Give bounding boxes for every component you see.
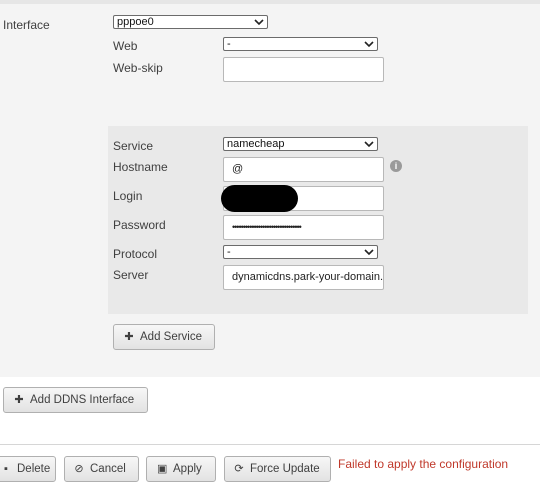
password-label: Password — [113, 218, 166, 232]
service-label: Service — [113, 139, 154, 153]
chevron-down-icon — [364, 141, 374, 148]
footer-divider — [0, 444, 540, 445]
login-label: Login — [113, 189, 143, 203]
info-icon[interactable]: i — [390, 160, 402, 172]
add-ddns-interface-label: Add DDNS Interface — [30, 394, 135, 406]
refresh-icon: ⟳ — [234, 463, 244, 475]
interface-label: Interface — [3, 18, 50, 32]
protocol-select[interactable]: - — [223, 245, 378, 259]
web-select-value: - — [227, 38, 231, 50]
cancel-button[interactable]: ⊘ Cancel — [64, 456, 139, 482]
service-select[interactable]: namecheap — [223, 137, 378, 151]
interface-select[interactable]: pppoe0 — [113, 15, 268, 29]
delete-label: Delete — [17, 463, 51, 475]
chevron-down-icon — [364, 249, 374, 256]
cancel-label: Cancel — [90, 463, 126, 475]
apply-label: Apply — [173, 463, 202, 475]
trash-icon: ▪ — [4, 463, 8, 475]
add-service-label: Add Service — [140, 331, 203, 343]
server-input[interactable]: dynamicdns.park-your-domain.com — [223, 265, 384, 290]
hostname-label: Hostname — [113, 160, 168, 174]
chevron-down-icon — [254, 19, 264, 26]
plus-icon: ✚ — [14, 394, 24, 406]
web-select[interactable]: - — [223, 37, 378, 51]
protocol-label: Protocol — [113, 247, 158, 261]
hostname-input[interactable]: @ — [223, 157, 384, 182]
save-icon: ▣ — [157, 463, 168, 475]
webskip-label: Web-skip — [113, 61, 163, 75]
interface-select-value: pppoe0 — [117, 16, 154, 28]
force-update-button[interactable]: ⟳ Force Update — [224, 456, 331, 482]
webskip-input[interactable] — [223, 57, 384, 82]
add-ddns-interface-button[interactable]: ✚ Add DDNS Interface — [3, 387, 148, 413]
chevron-down-icon — [364, 41, 374, 48]
top-border — [0, 0, 540, 4]
apply-button[interactable]: ▣ Apply — [146, 456, 216, 482]
redaction-mark — [221, 185, 298, 212]
cancel-icon: ⊘ — [74, 463, 84, 475]
plus-icon: ✚ — [124, 331, 134, 343]
delete-button[interactable]: ▪ Delete — [0, 456, 56, 482]
force-update-label: Force Update — [250, 463, 320, 475]
password-input[interactable]: •••••••••••••••••••••••••••••••• — [223, 215, 384, 240]
service-select-value: namecheap — [227, 138, 285, 150]
error-message: Failed to apply the configuration — [338, 457, 509, 471]
protocol-select-value: - — [227, 246, 231, 258]
web-label: Web — [113, 39, 138, 53]
server-label: Server — [113, 268, 149, 282]
add-service-button[interactable]: ✚ Add Service — [113, 324, 215, 350]
